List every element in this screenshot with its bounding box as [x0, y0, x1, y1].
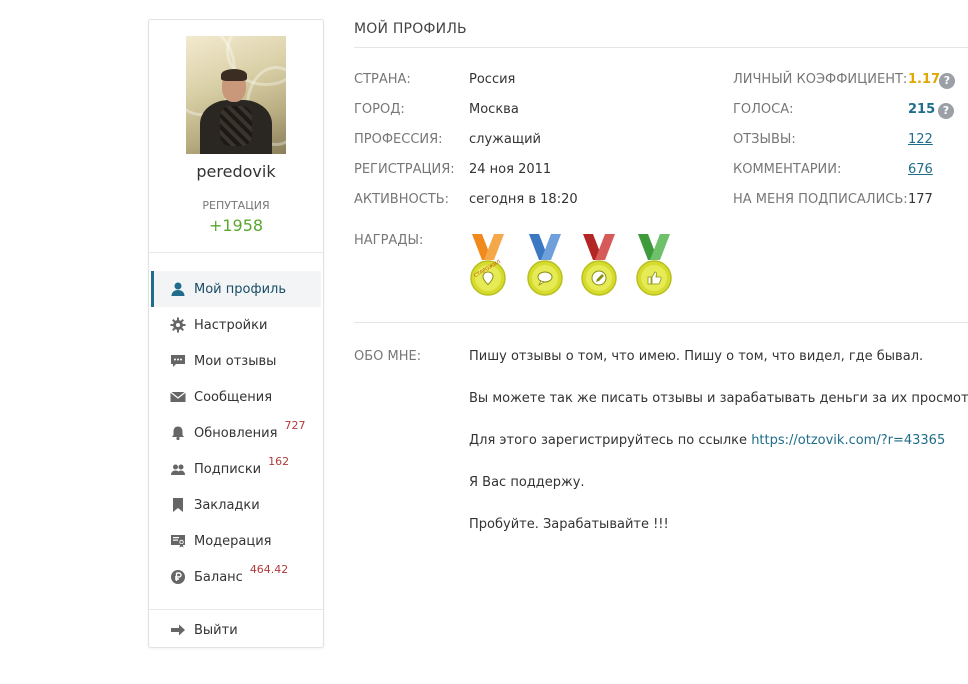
field-label-city: ГОРОД:	[354, 102, 405, 117]
awards-label: НАГРАДЫ:	[354, 233, 424, 248]
field-label-profession: ПРОФЕССИЯ:	[354, 132, 443, 147]
comments-count-link[interactable]: 676	[908, 162, 933, 177]
medal-thumbs-up-icon[interactable]	[634, 232, 674, 298]
field-value-profession: служащий	[469, 132, 541, 147]
sidebar-item-balance[interactable]: Баланс 464.42	[151, 559, 321, 595]
stat-label-reviews: ОТЗЫВЫ:	[733, 132, 796, 147]
sidebar-item-label: Подписки	[194, 461, 262, 477]
field-value-country: Россия	[469, 72, 516, 87]
help-icon[interactable]: ?	[938, 103, 954, 119]
field-value-registration: 24 ноя 2011	[469, 162, 552, 177]
stat-value-votes: 215	[908, 102, 936, 117]
sidebar-menu: Мой профиль Настройки Мои отзывы Сообщен…	[151, 271, 321, 595]
divider	[354, 47, 968, 48]
sidebar-item-label: Обновления	[194, 425, 278, 441]
updates-count: 727	[284, 418, 306, 432]
arrow-right-icon	[169, 621, 187, 639]
ruble-icon	[169, 568, 187, 586]
help-icon[interactable]: ?	[939, 73, 955, 89]
profile-sidebar: peredovik РЕПУТАЦИЯ +1958 Мой профиль На…	[148, 19, 324, 648]
field-label-activity: АКТИВНОСТЬ:	[354, 192, 450, 207]
divider	[149, 252, 323, 253]
stat-value-coefficient: 1.17	[908, 72, 941, 87]
field-label-country: СТРАНА:	[354, 72, 411, 87]
about-label: ОБО МНЕ:	[354, 349, 422, 364]
about-text-line: Пишу отзывы о том, что имею. Пишу о том,…	[469, 349, 924, 364]
sidebar-item-settings[interactable]: Настройки	[151, 307, 321, 343]
page-title: МОЙ ПРОФИЛЬ	[354, 21, 467, 37]
sidebar-item-moderation[interactable]: Модерация	[151, 523, 321, 559]
gear-icon	[169, 316, 187, 334]
comment-icon	[169, 352, 187, 370]
sidebar-item-label: Мои отзывы	[194, 353, 277, 369]
field-value-activity: сегодня в 18:20	[469, 192, 578, 207]
certificate-icon	[169, 532, 187, 550]
logout-section: Выйти	[151, 612, 321, 648]
envelope-icon	[169, 388, 187, 406]
about-text-line: Вы можете так же писать отзывы и зарабат…	[469, 391, 968, 406]
medal-comment-icon[interactable]	[525, 232, 565, 298]
about-text-line: Пробуйте. Зарабатывайте !!!	[469, 517, 669, 532]
stat-label-votes: ГОЛОСА:	[733, 102, 794, 117]
sidebar-item-my-profile[interactable]: Мой профиль	[151, 271, 321, 307]
sidebar-item-messages[interactable]: Сообщения	[151, 379, 321, 415]
about-text-line: Я Вас поддержу.	[469, 475, 585, 490]
stat-label-followers: НА МЕНЯ ПОДПИСАЛИСЬ:	[733, 192, 908, 207]
sidebar-item-subscriptions[interactable]: Подписки 162	[151, 451, 321, 487]
about-text: Для этого зарегистрируйтесь по ссылке	[469, 433, 748, 448]
sidebar-item-label: Модерация	[194, 533, 272, 549]
stat-label-comments: КОММЕНТАРИИ:	[733, 162, 842, 177]
sidebar-item-updates[interactable]: Обновления 727	[151, 415, 321, 451]
avatar[interactable]	[186, 36, 286, 154]
logout-label: Выйти	[194, 622, 238, 638]
divider	[149, 609, 323, 610]
bookmark-icon	[169, 496, 187, 514]
medal-veteran-icon[interactable]: СТАРОЖИЛ	[468, 232, 508, 298]
reputation-label: РЕПУТАЦИЯ	[202, 199, 270, 212]
stat-value-followers: 177	[908, 192, 933, 207]
balance-amount: 464.42	[249, 562, 289, 576]
sidebar-item-label: Сообщения	[194, 389, 273, 405]
divider	[354, 322, 968, 323]
medal-pencil-icon[interactable]	[579, 232, 619, 298]
field-value-city: Москва	[469, 102, 519, 117]
username: peredovik	[196, 162, 276, 181]
referral-link[interactable]: https://otzovik.com/?r=43365	[751, 433, 945, 448]
sidebar-item-label: Настройки	[194, 317, 268, 333]
stat-label-coefficient: ЛИЧНЫЙ КОЭФФИЦИЕНТ:	[733, 72, 908, 87]
reviews-count-link[interactable]: 122	[908, 132, 933, 147]
reputation-value: +1958	[208, 216, 264, 235]
user-icon	[169, 280, 187, 298]
logout-button[interactable]: Выйти	[151, 612, 321, 648]
subscriptions-count: 162	[268, 454, 290, 468]
users-icon	[169, 460, 187, 478]
sidebar-item-my-reviews[interactable]: Мои отзывы	[151, 343, 321, 379]
sidebar-item-label: Баланс	[194, 569, 243, 585]
sidebar-item-label: Закладки	[194, 497, 260, 513]
sidebar-item-label: Мой профиль	[194, 281, 286, 297]
field-label-registration: РЕГИСТРАЦИЯ:	[354, 162, 455, 177]
about-text-line: Для этого зарегистрируйтесь по ссылке ht…	[469, 433, 945, 448]
bell-icon	[169, 424, 187, 442]
sidebar-item-bookmarks[interactable]: Закладки	[151, 487, 321, 523]
